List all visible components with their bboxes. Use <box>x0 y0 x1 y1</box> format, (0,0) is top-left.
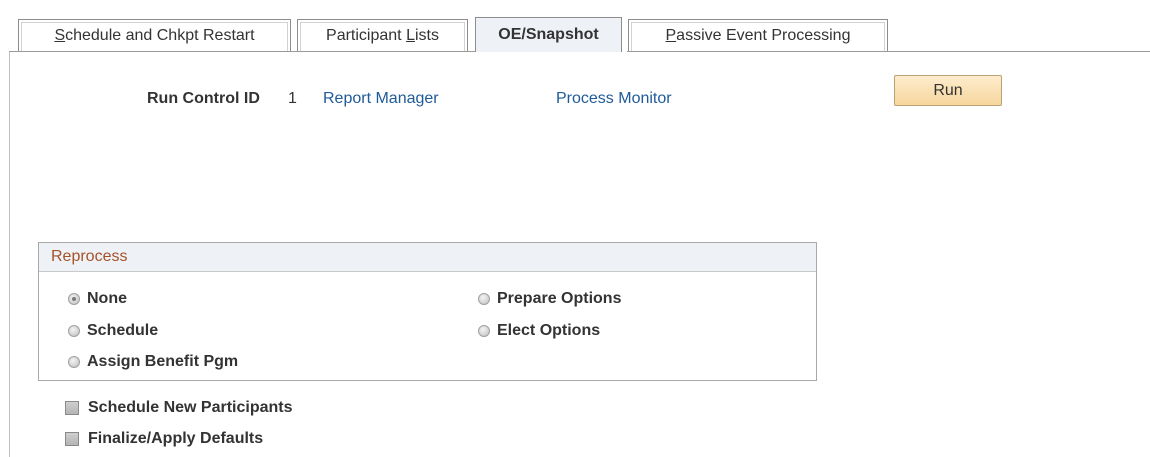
radio-button[interactable] <box>68 356 80 368</box>
reprocess-group-header: Reprocess <box>39 243 816 272</box>
reprocess-group: Reprocess None Schedule Assign Benefit P… <box>38 242 817 381</box>
tab-baseline-left <box>9 51 475 52</box>
radio-assign-benefit-pgm[interactable]: Assign Benefit Pgm <box>68 353 238 371</box>
radio-schedule[interactable]: Schedule <box>68 322 158 340</box>
run-control-id-value: 1 <box>288 90 297 107</box>
radio-label-none: None <box>87 290 127 307</box>
reprocess-title: Reprocess <box>51 248 128 265</box>
checkbox-label-finalize-apply-defaults: Finalize/Apply Defaults <box>88 430 264 447</box>
radio-button-checked[interactable] <box>68 293 80 305</box>
radio-label-elect-options: Elect Options <box>497 322 601 339</box>
report-manager-link[interactable]: Report Manager <box>323 90 439 108</box>
tab-bar: Schedule and Chkpt Restart Participant L… <box>0 0 1150 52</box>
tab-passive-event-processing[interactable]: Passive Event Processing <box>628 19 888 51</box>
checkbox-box[interactable] <box>65 401 79 415</box>
tab-schedule-and-chkpt-restart[interactable]: Schedule and Chkpt Restart <box>18 19 291 51</box>
tab-label: Schedule and Chkpt Restart <box>54 26 255 44</box>
tab-participant-lists[interactable]: Participant Lists <box>297 19 468 51</box>
tab-label: OE/Snapshot <box>498 26 599 43</box>
run-button[interactable]: Run <box>894 75 1002 106</box>
radio-button[interactable] <box>478 325 490 337</box>
tab-label: Passive Event Processing <box>665 26 851 44</box>
radio-label-assign-benefit-pgm: Assign Benefit Pgm <box>87 353 239 370</box>
checkbox-label-schedule-new-participants: Schedule New Participants <box>88 399 293 416</box>
tab-baseline-right <box>627 51 1150 52</box>
radio-button[interactable] <box>68 325 80 337</box>
checkbox-box[interactable] <box>65 432 79 446</box>
radio-none[interactable]: None <box>68 290 127 308</box>
schedule-new-participants-checkbox[interactable]: Schedule New Participants <box>65 399 293 417</box>
radio-elect-options[interactable]: Elect Options <box>478 322 600 340</box>
tab-oe-snapshot[interactable]: OE/Snapshot <box>475 17 622 52</box>
tab-label: Participant Lists <box>326 26 439 44</box>
radio-label-schedule: Schedule <box>87 322 159 339</box>
process-monitor-link[interactable]: Process Monitor <box>556 90 672 108</box>
run-button-label: Run <box>933 81 963 99</box>
radio-label-prepare-options: Prepare Options <box>497 290 622 307</box>
page-left-border <box>9 52 10 457</box>
finalize-apply-defaults-checkbox[interactable]: Finalize/Apply Defaults <box>65 430 263 448</box>
run-control-id-label: Run Control ID <box>147 90 260 107</box>
radio-button[interactable] <box>478 293 490 305</box>
radio-prepare-options[interactable]: Prepare Options <box>478 290 621 308</box>
